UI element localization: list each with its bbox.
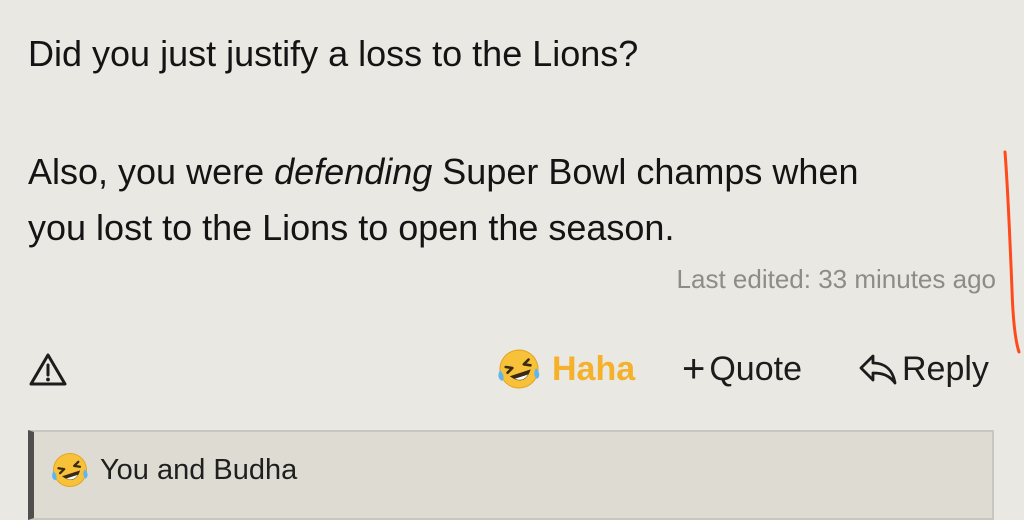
post-line-2-start: Also, you were: [28, 151, 275, 192]
last-edited-label[interactable]: Last edited: 33 minutes ago: [677, 264, 996, 295]
laughing-tears-emoji-icon: [498, 349, 540, 389]
haha-label: Haha: [552, 349, 636, 388]
post-line-1: Did you just justify a loss to the Lions…: [28, 33, 639, 74]
reactions-summary: You and Budha: [50, 450, 297, 490]
post-emphasis: defending: [274, 151, 433, 192]
reply-button[interactable]: Reply: [858, 346, 989, 392]
post-actions-bar: Haha + Quote Reply: [0, 340, 1024, 398]
reply-label: Reply: [902, 349, 989, 388]
post-line-2-end: Super Bowl champs when: [432, 151, 859, 192]
haha-reaction-button[interactable]: Haha: [496, 346, 635, 392]
quote-button[interactable]: + Quote: [682, 346, 802, 392]
reactions-summary-label: You and Budha: [100, 453, 298, 486]
post-line-3: you lost to the Lions to open the season…: [28, 207, 675, 248]
report-button[interactable]: [28, 350, 68, 390]
reactions-summary-bar[interactable]: You and Budha: [28, 430, 994, 520]
post-line-2: Also, you were defending Super Bowl cham…: [28, 144, 1003, 200]
warning-triangle-icon: [29, 353, 67, 386]
plus-icon: +: [682, 347, 706, 391]
annotation-mark: [1003, 150, 1021, 354]
post-body: Did you just justify a loss to the Lions…: [28, 26, 1003, 256]
reply-arrow-icon: [859, 354, 897, 385]
laughing-tears-emoji-icon: [52, 453, 88, 487]
quote-label: Quote: [709, 349, 802, 388]
